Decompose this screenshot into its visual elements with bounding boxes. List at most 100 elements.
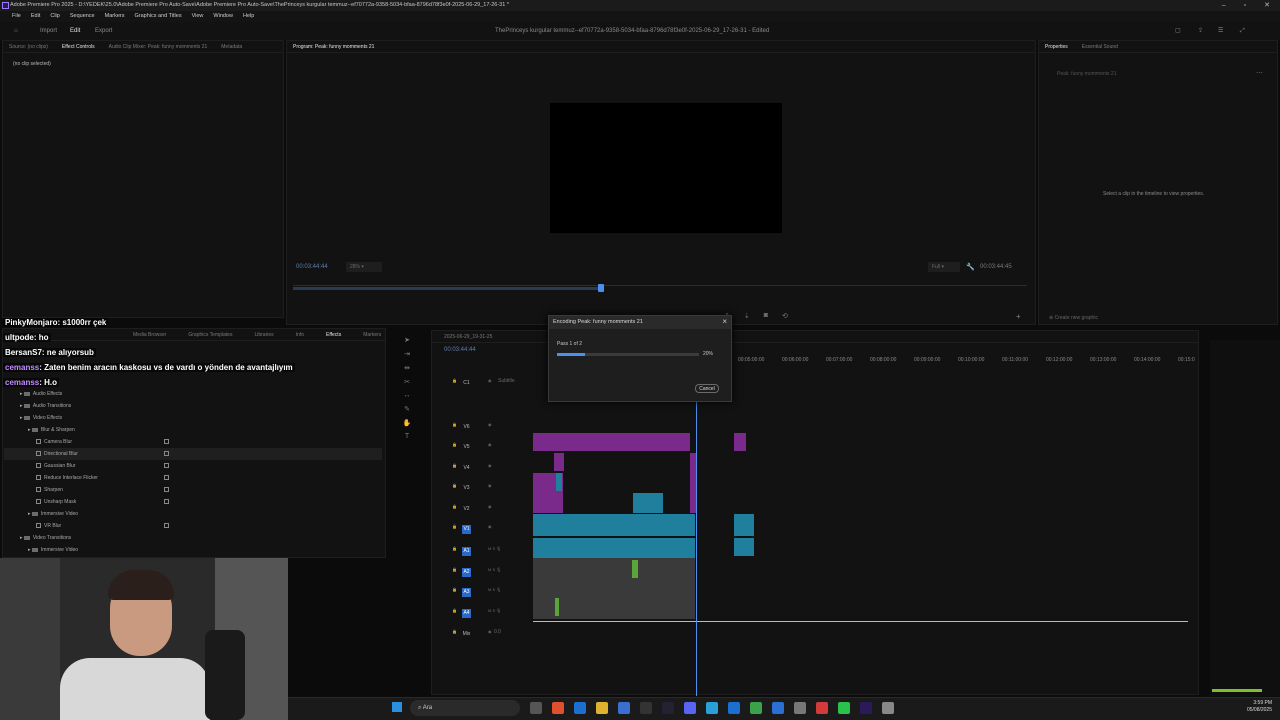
lock-icon[interactable]: 🔒: [452, 483, 457, 488]
track-label[interactable]: V2: [462, 505, 471, 514]
lock-icon[interactable]: 🔒: [452, 422, 457, 427]
mail-icon[interactable]: [728, 702, 740, 714]
copilot-icon[interactable]: [530, 702, 542, 714]
tab-markers[interactable]: Markers: [363, 329, 381, 340]
slip-tool-icon[interactable]: ↔: [404, 392, 411, 399]
wrench-icon[interactable]: 🔧: [966, 263, 975, 271]
track-select-icon[interactable]: ⇥: [404, 350, 410, 358]
track-header-v5[interactable]: 🔒 V5 ◉: [448, 437, 532, 455]
effects-folder[interactable]: ▸ Video Transitions: [4, 532, 71, 544]
track-header-a2[interactable]: 🔒 A2 M S 🎙: [448, 562, 532, 580]
audio-clip[interactable]: [632, 560, 638, 578]
video-clip[interactable]: [533, 433, 690, 451]
track-header-v3[interactable]: 🔒 V3 ◉: [448, 478, 532, 496]
timeline-playhead[interactable]: [696, 400, 697, 696]
hand-tool-icon[interactable]: ✋: [403, 419, 412, 427]
track-header-v4[interactable]: 🔒 V4 ◉: [448, 458, 532, 476]
effects-item[interactable]: Gaussian Blur: [4, 460, 169, 472]
tab-effect-controls[interactable]: Effect Controls: [62, 41, 95, 52]
effects-item[interactable]: Reduce Interlace Flicker: [4, 472, 169, 484]
video-clip[interactable]: [734, 433, 746, 451]
fullscreen-icon[interactable]: ⤢: [1240, 22, 1245, 40]
chrome-icon[interactable]: [750, 702, 762, 714]
quality-select[interactable]: Full ▾: [928, 262, 960, 272]
panels-icon[interactable]: ☰: [1218, 22, 1223, 40]
clip[interactable]: [734, 514, 754, 536]
tab-properties[interactable]: Properties: [1045, 41, 1068, 52]
menu-help[interactable]: Help: [243, 11, 254, 22]
menu-window[interactable]: Window: [213, 11, 233, 22]
track-label[interactable]: V3: [462, 484, 471, 493]
effects-item[interactable]: Sharpen: [4, 484, 169, 496]
selection-tool-icon[interactable]: ➤: [404, 336, 410, 344]
track-label[interactable]: A3: [462, 588, 471, 597]
eye-icon[interactable]: ◉: [488, 524, 492, 529]
discord-icon[interactable]: [684, 702, 696, 714]
audio-controls-icon[interactable]: M S 🎙: [488, 608, 501, 613]
photos-icon[interactable]: [772, 702, 784, 714]
clip[interactable]: [633, 493, 663, 513]
menu-clip[interactable]: Clip: [50, 11, 59, 22]
zoom-select[interactable]: 28% ▾: [346, 262, 382, 272]
tab-essential-sound[interactable]: Essential Sound: [1082, 41, 1118, 52]
taskbar-clock[interactable]: 3:59 PM 05/08/2025: [1247, 700, 1272, 714]
minimize-icon[interactable]: –: [1222, 0, 1226, 11]
obs-icon[interactable]: [640, 702, 652, 714]
clip[interactable]: [734, 538, 754, 556]
steam-icon[interactable]: [662, 702, 674, 714]
audio-controls-icon[interactable]: M S 🎙: [488, 546, 501, 551]
pen-tool-icon[interactable]: ✎: [404, 405, 410, 413]
audio-controls-icon[interactable]: M S 🎙: [488, 587, 501, 592]
menu-view[interactable]: View: [192, 11, 204, 22]
track-header-a1[interactable]: 🔒 A1 M S 🎙: [448, 541, 532, 559]
track-header-a3[interactable]: 🔒 A3 M S 🎙: [448, 582, 532, 600]
lock-icon[interactable]: 🔒: [452, 587, 457, 592]
ripple-edit-icon[interactable]: ⇹: [404, 364, 410, 372]
menu-edit[interactable]: Edit: [31, 11, 40, 22]
more-options-icon[interactable]: ⋯: [1256, 69, 1263, 77]
lock-icon[interactable]: 🔒: [452, 546, 457, 551]
outlook-icon[interactable]: [574, 702, 586, 714]
track-label[interactable]: Mix: [462, 630, 471, 639]
effects-item[interactable]: VR Blur: [4, 520, 169, 532]
track-label[interactable]: V1: [462, 525, 471, 534]
settings-icon[interactable]: [794, 702, 806, 714]
effects-folder[interactable]: ▸ Video Effects: [4, 412, 62, 424]
effects-item[interactable]: Camera Blur: [4, 436, 169, 448]
track-label[interactable]: A4: [462, 609, 471, 618]
effects-folder[interactable]: ▸ Audio Transitions: [4, 400, 71, 412]
tab-import[interactable]: Import: [40, 22, 57, 40]
windows-start-icon[interactable]: [392, 702, 402, 712]
add-button-icon[interactable]: +: [1016, 312, 1021, 321]
taskbar-search[interactable]: ⌕ Ara: [410, 700, 520, 716]
track-label[interactable]: C1: [462, 379, 471, 388]
brave-icon[interactable]: [552, 702, 564, 714]
compare-icon[interactable]: ⟲: [782, 312, 788, 320]
menu-file[interactable]: File: [12, 11, 21, 22]
effects-folder[interactable]: ▸ Immersive Video: [4, 508, 78, 520]
video-clip[interactable]: [554, 453, 564, 471]
menu-graphics[interactable]: Graphics and Titles: [135, 11, 182, 22]
track-header-v2[interactable]: 🔒 V2 ◉: [448, 499, 532, 517]
lock-icon[interactable]: 🔒: [452, 463, 457, 468]
tab-edit[interactable]: Edit: [70, 22, 81, 41]
effects-item[interactable]: Unsharp Mask: [4, 496, 169, 508]
eye-icon[interactable]: ◉: [488, 504, 492, 509]
lock-icon[interactable]: 🔒: [452, 378, 457, 383]
cancel-button[interactable]: Cancel: [695, 384, 719, 393]
quick-export-icon[interactable]: ⇪: [1198, 22, 1203, 40]
track-label[interactable]: A1: [462, 547, 471, 556]
mix-value[interactable]: 0.0: [494, 629, 501, 635]
office-icon[interactable]: [816, 702, 828, 714]
track-header-v6[interactable]: 🔒 V6 ◉: [448, 417, 532, 435]
clip[interactable]: [556, 473, 562, 491]
eye-icon[interactable]: ◉: [488, 483, 492, 488]
tab-export[interactable]: Export: [95, 22, 112, 40]
lock-icon[interactable]: 🔒: [452, 629, 457, 634]
workspaces-icon[interactable]: ▢: [1175, 22, 1181, 40]
track-header-a4[interactable]: 🔒 A4 M S 🎙: [448, 603, 532, 621]
eye-icon[interactable]: ◉: [488, 442, 492, 447]
store-icon[interactable]: [618, 702, 630, 714]
lock-icon[interactable]: 🔒: [452, 524, 457, 529]
track-label[interactable]: V5: [462, 443, 471, 452]
